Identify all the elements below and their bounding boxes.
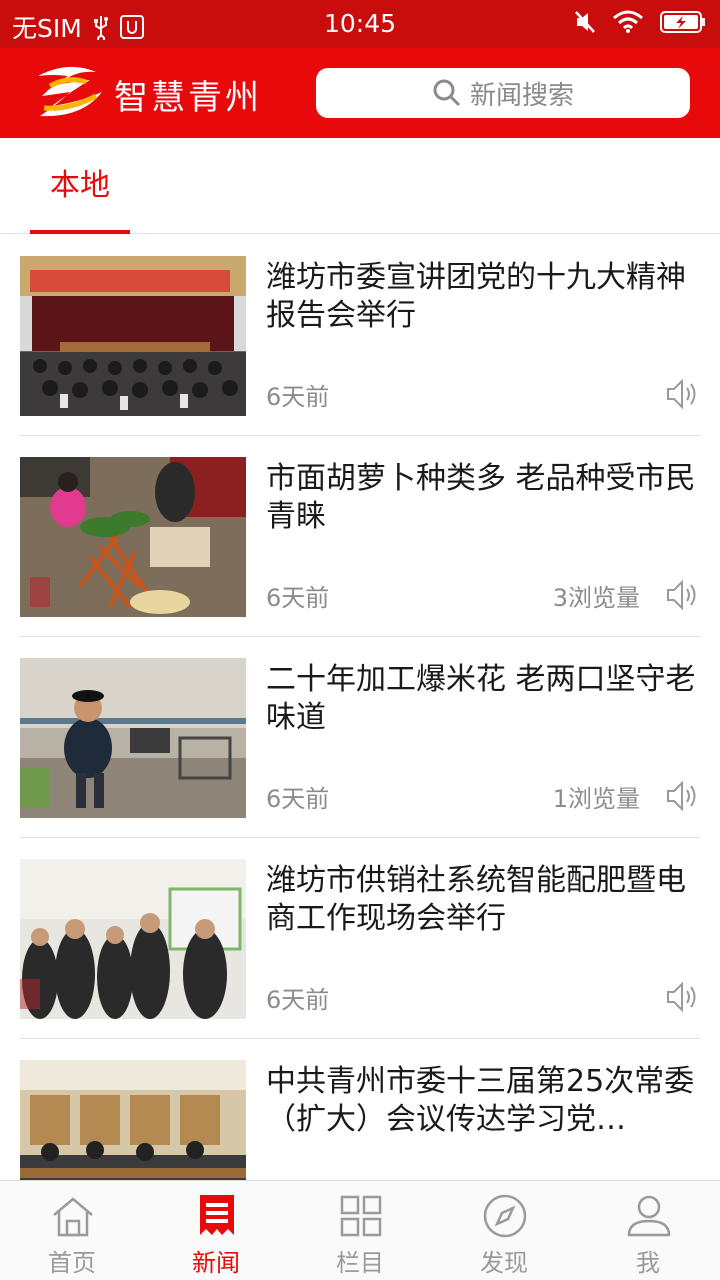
market-carrots-image (20, 457, 246, 617)
tab-local-label: 本地 (50, 168, 110, 203)
grid-icon (340, 1195, 382, 1237)
news-item[interactable]: 二十年加工爆米花 老两口坚守老味道 6天前 1浏览量 (0, 637, 720, 838)
news-list[interactable]: 潍坊市委宣讲团党的十九大精神报告会举行 6天前 市面胡萝卜种类多 老品种受市民青… (0, 235, 720, 1180)
news-time: 6天前 (266, 383, 330, 411)
tab-local[interactable]: 本地 (30, 138, 130, 234)
nav-discover[interactable]: 发现 (432, 1181, 576, 1280)
meeting-hall-image (20, 256, 246, 416)
news-item[interactable]: 潍坊市供销社系统智能配肥暨电商工作现场会举行 6天前 (0, 838, 720, 1039)
news-thumbnail (20, 1060, 246, 1180)
nav-columns-label: 栏目 (336, 1249, 384, 1277)
news-headline: 市面胡萝卜种类多 老品种受市民青睐 (266, 461, 696, 534)
nav-home-label: 首页 (48, 1249, 96, 1277)
speaker-icon[interactable] (664, 979, 700, 1015)
app-screen: 无SIM 10:45 智慧青州 新闻搜索 本地 潍坊市委宣讲团党的十九大精神报告… (0, 0, 720, 1280)
nav-discover-label: 发现 (480, 1249, 528, 1277)
app-header: 智慧青州 新闻搜索 (0, 48, 720, 138)
site-meeting-image (20, 859, 246, 1019)
search-bar[interactable]: 新闻搜索 (316, 68, 690, 118)
status-right (574, 10, 706, 34)
nav-columns[interactable]: 栏目 (288, 1181, 432, 1280)
battery-icon (660, 11, 705, 33)
compass-icon (483, 1194, 527, 1238)
popcorn-vendor-image (20, 658, 246, 818)
committee-meeting-image (20, 1060, 246, 1180)
wifi-icon (613, 10, 643, 33)
speaker-icon[interactable] (664, 376, 700, 412)
news-thumbnail (20, 658, 246, 818)
news-icon (200, 1195, 234, 1235)
nav-news[interactable]: 新闻 (144, 1181, 288, 1280)
news-thumbnail (20, 859, 246, 1019)
news-time: 6天前 (266, 986, 330, 1014)
mute-icon (575, 11, 595, 33)
app-logo (38, 66, 102, 117)
nav-me-label: 我 (636, 1249, 660, 1277)
home-icon (53, 1197, 93, 1237)
speaker-icon[interactable] (664, 778, 700, 814)
news-item[interactable]: 市面胡萝卜种类多 老品种受市民青睐 6天前 3浏览量 (0, 436, 720, 637)
search-placeholder: 新闻搜索 (469, 80, 574, 111)
news-item[interactable]: 中共青州市委十三届第25次常委（扩大）会议传达学习党… (0, 1039, 720, 1180)
news-thumbnail (20, 457, 246, 617)
news-thumbnail (20, 256, 246, 416)
category-tabs: 本地 (0, 138, 720, 234)
nav-news-label: 新闻 (192, 1249, 240, 1277)
status-bar: 无SIM 10:45 (0, 0, 720, 48)
nav-home[interactable]: 首页 (0, 1181, 144, 1280)
news-time: 6天前 (266, 785, 330, 813)
speaker-icon[interactable] (664, 577, 700, 613)
tab-active-indicator (30, 230, 130, 234)
app-title: 智慧青州 (114, 78, 262, 118)
news-headline: 潍坊市供销社系统智能配肥暨电商工作现场会举行 (266, 863, 686, 936)
news-headline: 潍坊市委宣讲团党的十九大精神报告会举行 (266, 260, 686, 333)
search-icon (433, 79, 461, 107)
news-headline: 二十年加工爆米花 老两口坚守老味道 (266, 662, 696, 735)
nav-me[interactable]: 我 (576, 1181, 720, 1280)
bottom-nav: 首页 新闻 栏目 发现 我 (0, 1180, 720, 1280)
news-time: 6天前 (266, 584, 330, 612)
user-icon (627, 1195, 671, 1237)
view-count: 1浏览量 (552, 785, 640, 813)
news-item[interactable]: 潍坊市委宣讲团党的十九大精神报告会举行 6天前 (0, 235, 720, 436)
view-count: 3浏览量 (552, 584, 640, 612)
news-headline: 中共青州市委十三届第25次常委（扩大）会议传达学习党… (266, 1064, 695, 1137)
